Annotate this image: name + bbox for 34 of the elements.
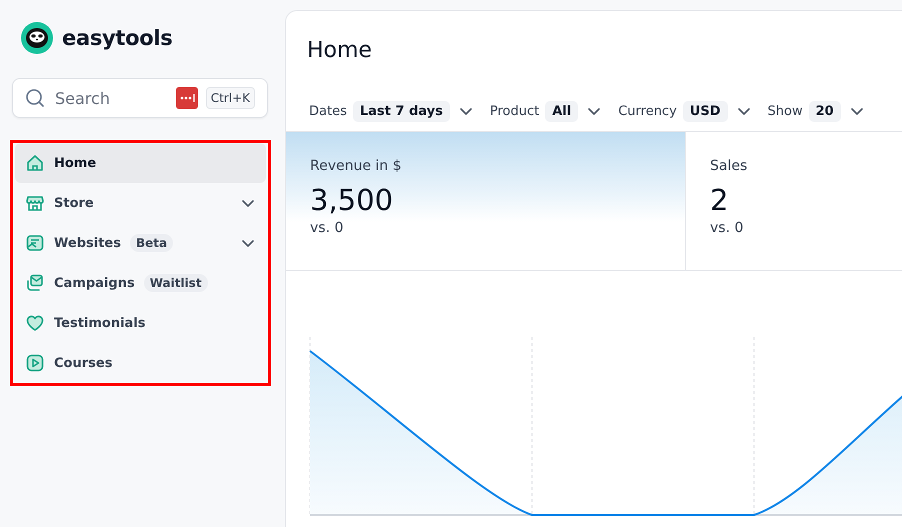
nav-label: Home bbox=[54, 156, 96, 170]
tag: Beta bbox=[130, 234, 174, 252]
nav-label: Campaigns bbox=[54, 276, 135, 290]
shortcut-key: Ctrl+K bbox=[206, 87, 255, 109]
filter-value[interactable]: All bbox=[545, 100, 578, 122]
nav-item[interactable]: Home bbox=[15, 143, 266, 183]
filter-label: Product bbox=[490, 104, 540, 118]
nav-item[interactable]: Websites Beta bbox=[15, 223, 266, 263]
filter-value[interactable]: Last 7 days bbox=[352, 100, 450, 122]
stat-value: 3,500 bbox=[310, 182, 394, 218]
nav-item[interactable]: Campaigns Waitlist bbox=[15, 263, 266, 303]
stat-card[interactable]: Sales 2 vs. 0 bbox=[686, 132, 902, 270]
filter-label: Dates bbox=[309, 104, 347, 118]
stat-label: Revenue in $ bbox=[310, 158, 403, 174]
tag: Waitlist bbox=[144, 274, 208, 292]
nav-item[interactable]: Courses bbox=[15, 343, 266, 383]
stat-comparison: vs. 0 bbox=[310, 220, 344, 236]
nav-item[interactable]: Testimonials bbox=[15, 303, 266, 343]
stat-comparison: vs. 0 bbox=[710, 220, 744, 236]
page-title: Home bbox=[307, 37, 373, 65]
nav-label: Store bbox=[54, 196, 94, 210]
nav-item[interactable]: Store bbox=[15, 183, 266, 223]
app-name: easytools bbox=[62, 26, 172, 50]
stat-value: 2 bbox=[710, 182, 730, 218]
filter-value[interactable]: USD bbox=[682, 100, 728, 122]
filter-label: Show bbox=[768, 104, 803, 118]
search-field[interactable]: Search bbox=[53, 88, 168, 108]
stat-label: Sales bbox=[710, 158, 748, 174]
nav-label: Testimonials bbox=[54, 316, 146, 330]
stat-card[interactable]: Revenue in $ 3,500 vs. 0 bbox=[286, 132, 686, 270]
filter-label: Currency bbox=[618, 104, 677, 118]
filter-value[interactable]: 20 bbox=[808, 100, 841, 122]
nav-label: Websites bbox=[54, 236, 121, 250]
nav-label: Courses bbox=[54, 356, 112, 370]
